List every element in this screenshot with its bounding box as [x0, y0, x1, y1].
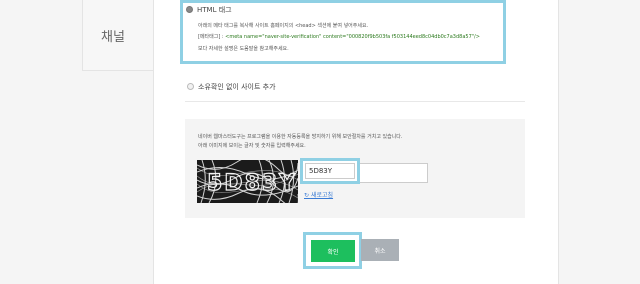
- channel-label-cell: 채널: [82, 0, 155, 71]
- meta-tag-code[interactable]: <meta name="naver-site-verification" con…: [225, 34, 480, 40]
- refresh-label: 새로고침: [310, 192, 334, 199]
- meta-tag-prefix: [메타태그] :: [198, 34, 226, 40]
- channel-label: 채널: [101, 30, 125, 45]
- no-owner-radio[interactable]: [187, 83, 194, 90]
- captcha-input-highlight: [300, 158, 360, 184]
- divider: [185, 101, 525, 102]
- refresh-link[interactable]: ↻ 새로고침: [304, 190, 333, 199]
- captcha-notice-1: 네이버 웹마스터도구는 프로그램을 이용한 자동등록을 방지하기 위해 보안절차…: [198, 134, 403, 140]
- meta-tag-line: [메타태그] : <meta name="naver-site-verifica…: [198, 33, 480, 40]
- captcha-text: 5D83Y: [207, 171, 297, 196]
- captcha-image: 5D83Y: [197, 160, 298, 203]
- html-tag-desc-1: 아래의 메타 태그를 복사해 사이트 홈페이지의 <head> 섹션에 붙여 넣…: [198, 23, 369, 29]
- html-tag-label: HTML 태그: [197, 6, 232, 14]
- html-tag-radio[interactable]: [186, 6, 193, 13]
- captcha-image-graphic: 5D83Y: [197, 160, 298, 203]
- confirm-button[interactable]: 확인: [311, 240, 355, 262]
- captcha-input-extension[interactable]: [358, 163, 428, 183]
- captcha-notice-2: 아래 이미지에 보이는 글자 및 숫자를 입력해주세요.: [198, 143, 306, 149]
- no-owner-label[interactable]: 소유확인 없이 사이트 추가: [198, 82, 276, 92]
- captcha-input[interactable]: [305, 163, 355, 179]
- html-tag-desc-3: 보다 자세한 설명은 도움말을 참고해주세요.: [198, 46, 289, 52]
- refresh-icon: ↻: [304, 192, 310, 199]
- confirm-button-highlight: 확인: [303, 232, 362, 269]
- cancel-button[interactable]: 취소: [361, 239, 399, 261]
